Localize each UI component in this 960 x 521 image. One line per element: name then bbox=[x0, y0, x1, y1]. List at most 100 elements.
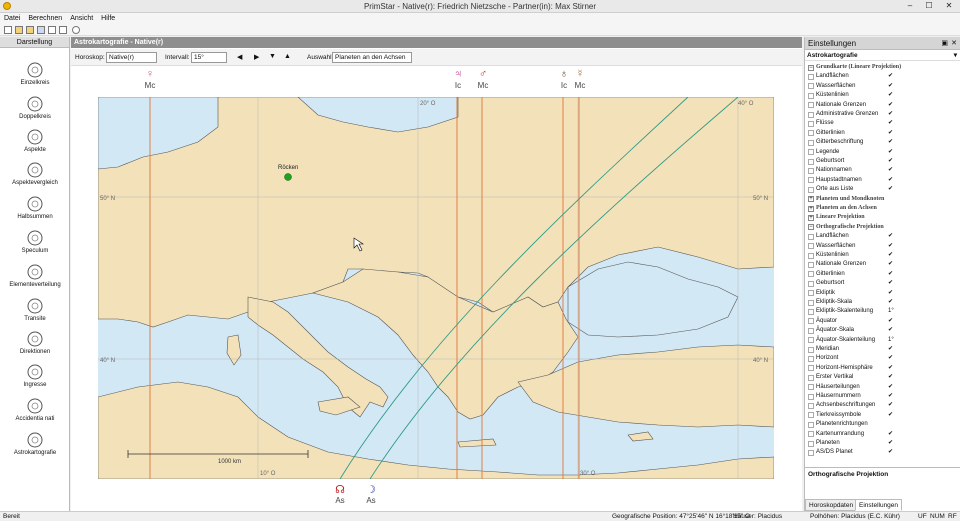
auswahl-select[interactable]: Planeten an den Achsen bbox=[332, 52, 412, 63]
checkbox[interactable] bbox=[808, 271, 814, 278]
settings-row[interactable]: Nationale Grenzen ✔ bbox=[808, 101, 948, 110]
close-button[interactable]: ✕ bbox=[940, 0, 958, 12]
settings-row[interactable]: Häuserteilungen ✔ bbox=[808, 383, 948, 392]
settings-row[interactable]: Meridian ✔ bbox=[808, 345, 948, 354]
settings-row[interactable]: Häusernummern ✔ bbox=[808, 392, 948, 401]
settings-row[interactable]: Ekliptik-Skalenteilung 1° bbox=[808, 307, 948, 316]
checkbox[interactable] bbox=[808, 177, 814, 184]
next-arrow-icon[interactable]: ▶ bbox=[254, 53, 259, 61]
nav-aspektevergleich[interactable]: Aspektevergleich bbox=[0, 161, 70, 186]
down-arrow-icon[interactable]: ▼ bbox=[269, 53, 276, 60]
checkbox[interactable] bbox=[808, 280, 814, 287]
settings-row[interactable]: Geburtsort ✔ bbox=[808, 279, 948, 288]
horoskop-select[interactable]: Native(r) bbox=[106, 52, 157, 63]
nav-aspekte[interactable]: Aspekte bbox=[0, 128, 70, 153]
checkbox[interactable] bbox=[808, 102, 814, 109]
settings-row[interactable]: Erster Vertikal ✔ bbox=[808, 373, 948, 382]
checkbox[interactable] bbox=[808, 299, 814, 306]
settings-row[interactable]: Ekliptik ✔ bbox=[808, 289, 948, 298]
tab-horoskopdaten[interactable]: Horoskopdaten bbox=[805, 499, 858, 511]
checkbox[interactable] bbox=[808, 327, 814, 334]
settings-group[interactable]: − Orthografische Projektion bbox=[808, 223, 948, 232]
menu-datei[interactable]: Datei bbox=[0, 13, 24, 24]
settings-row[interactable]: Planeten ✔ bbox=[808, 439, 948, 448]
tool-icon[interactable] bbox=[59, 26, 67, 34]
checkbox[interactable] bbox=[808, 365, 814, 372]
checkbox[interactable] bbox=[808, 346, 814, 353]
checkbox[interactable] bbox=[808, 431, 814, 438]
nav-ingresse[interactable]: Ingresse bbox=[0, 363, 70, 388]
checkbox[interactable] bbox=[808, 337, 814, 344]
settings-group[interactable]: + Planeten und Mondknoten bbox=[808, 195, 948, 204]
new-file-icon[interactable] bbox=[4, 26, 12, 34]
checkbox[interactable] bbox=[808, 440, 814, 447]
settings-group[interactable]: + Planeten an den Achsen bbox=[808, 204, 948, 213]
intervall-select[interactable]: 15° bbox=[191, 52, 227, 63]
nav-astrokartografie[interactable]: Astrokartografie bbox=[0, 431, 70, 456]
tab-einstellungen[interactable]: Einstellungen bbox=[855, 499, 903, 511]
nav-speculum[interactable]: Speculum bbox=[0, 229, 70, 254]
checkbox[interactable] bbox=[808, 252, 814, 259]
settings-row[interactable]: Küstenlinien ✔ bbox=[808, 251, 948, 260]
checkbox[interactable] bbox=[808, 149, 814, 156]
checkbox[interactable] bbox=[808, 130, 814, 137]
settings-row[interactable]: Gitterlinien ✔ bbox=[808, 270, 948, 279]
nav-direktionen[interactable]: Direktionen bbox=[0, 330, 70, 355]
print-icon[interactable] bbox=[48, 26, 56, 34]
settings-row[interactable]: Legende ✔ bbox=[808, 148, 948, 157]
settings-row[interactable]: Geburtsort ✔ bbox=[808, 157, 948, 166]
expand-icon[interactable]: − bbox=[808, 224, 814, 231]
settings-row[interactable]: Äquator-Skala ✔ bbox=[808, 326, 948, 335]
nav-accidentia-nati[interactable]: Accidentia nati bbox=[0, 397, 70, 422]
checkbox[interactable] bbox=[808, 261, 814, 268]
checkbox[interactable] bbox=[808, 402, 814, 409]
checkbox[interactable] bbox=[808, 73, 814, 80]
settings-row[interactable]: Landflächen ✔ bbox=[808, 232, 948, 241]
nav-einzelkreis[interactable]: Einzelkreis bbox=[0, 61, 70, 86]
expand-icon[interactable]: + bbox=[808, 205, 814, 212]
menu-ansicht[interactable]: Ansicht bbox=[66, 13, 97, 24]
birthplace-marker[interactable] bbox=[284, 173, 292, 181]
menu-hilfe[interactable]: Hilfe bbox=[97, 13, 119, 24]
settings-row[interactable]: Gitterbeschriftung ✔ bbox=[808, 138, 948, 147]
open-folder-icon[interactable] bbox=[15, 26, 23, 34]
settings-row[interactable]: Administrative Grenzen ✔ bbox=[808, 110, 948, 119]
settings-row[interactable]: Ekliptik-Skala ✔ bbox=[808, 298, 948, 307]
nav-doppelkreis[interactable]: Doppelkreis bbox=[0, 95, 70, 120]
checkbox[interactable] bbox=[808, 243, 814, 250]
first-arrow-icon[interactable]: ◀ bbox=[237, 53, 242, 61]
checkbox[interactable] bbox=[808, 120, 814, 127]
checkbox[interactable] bbox=[808, 308, 814, 315]
settings-row[interactable]: Nationale Grenzen ✔ bbox=[808, 260, 948, 269]
settings-row[interactable]: Kartenumrandung ✔ bbox=[808, 430, 948, 439]
checkbox[interactable] bbox=[808, 92, 814, 99]
settings-row[interactable]: Tierkreissymbole ✔ bbox=[808, 411, 948, 420]
menu-berechnen[interactable]: Berechnen bbox=[24, 13, 66, 24]
checkbox[interactable] bbox=[808, 421, 814, 428]
checkbox[interactable] bbox=[808, 355, 814, 362]
checkbox[interactable] bbox=[808, 393, 814, 400]
expand-icon[interactable]: + bbox=[808, 214, 814, 221]
nav-elementeverteilung[interactable]: Elementeverteilung bbox=[0, 263, 70, 288]
open-recent-icon[interactable] bbox=[26, 26, 34, 34]
up-arrow-icon[interactable]: ▲ bbox=[284, 53, 291, 60]
refresh-icon[interactable] bbox=[72, 26, 80, 34]
checkbox[interactable] bbox=[808, 167, 814, 174]
settings-row[interactable]: Nationnamen ✔ bbox=[808, 166, 948, 175]
settings-row[interactable]: Planetenrichtungen bbox=[808, 420, 948, 429]
settings-row[interactable]: Horizont ✔ bbox=[808, 354, 948, 363]
settings-row[interactable]: Horizont-Hemisphäre ✔ bbox=[808, 364, 948, 373]
settings-row[interactable]: Äquator-Skalenteilung 1° bbox=[808, 336, 948, 345]
settings-row[interactable]: Wasserflächen ✔ bbox=[808, 242, 948, 251]
checkbox[interactable] bbox=[808, 233, 814, 240]
settings-row[interactable]: AS/DS Planet ✔ bbox=[808, 448, 948, 457]
map-canvas[interactable]: 50° N 40° N 50° N 40° N 10° O 20° O 30° … bbox=[98, 97, 774, 479]
checkbox[interactable] bbox=[808, 111, 814, 118]
checkbox[interactable] bbox=[808, 290, 814, 297]
checkbox[interactable] bbox=[808, 83, 814, 90]
settings-row[interactable]: Äquator ✔ bbox=[808, 317, 948, 326]
settings-list[interactable]: − Grundkarte (Lineare Projektion) Landfläc… bbox=[805, 61, 960, 466]
checkbox[interactable] bbox=[808, 186, 814, 193]
checkbox[interactable] bbox=[808, 158, 814, 165]
nav-halbsummen[interactable]: Halbsummen bbox=[0, 195, 70, 220]
